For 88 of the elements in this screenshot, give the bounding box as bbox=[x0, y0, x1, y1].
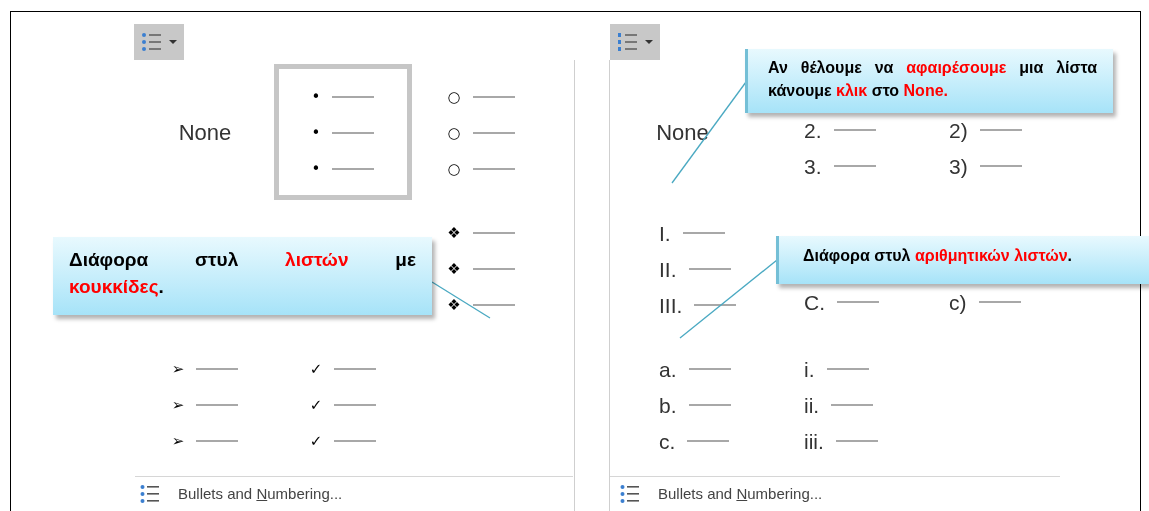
list-marker: II. bbox=[659, 258, 677, 280]
text-line bbox=[334, 368, 377, 370]
text-line bbox=[688, 368, 731, 370]
list-marker: ✓ bbox=[309, 397, 323, 413]
text-line bbox=[837, 301, 879, 303]
list-marker: • bbox=[311, 89, 321, 105]
list-marker: i. bbox=[804, 358, 815, 380]
gallery-item[interactable]: c) bbox=[949, 284, 1021, 320]
list-marker: ○ bbox=[447, 161, 461, 177]
text-line bbox=[472, 304, 515, 306]
gallery-item[interactable]: None bbox=[656, 115, 709, 149]
gallery-item[interactable]: 2) 3) bbox=[949, 112, 1022, 184]
text-line bbox=[979, 165, 1022, 167]
gallery-item[interactable]: I. II. III. bbox=[659, 215, 737, 323]
text-line bbox=[831, 404, 874, 406]
text-line bbox=[979, 129, 1022, 131]
callout: Διάφορα στυλ αριθμητικών λιστών. bbox=[776, 236, 1149, 284]
list-marker: 2) bbox=[949, 119, 968, 141]
callout: Διάφορα στυλ λιστών με κουκκίδες. bbox=[53, 237, 432, 315]
list-marker: c. bbox=[659, 430, 676, 452]
list-marker: ○ bbox=[447, 125, 461, 141]
caret-icon bbox=[169, 40, 177, 44]
text-line bbox=[332, 96, 375, 98]
list-marker: 2. bbox=[804, 119, 822, 141]
list-marker: b. bbox=[659, 394, 677, 416]
text-line bbox=[472, 232, 515, 234]
text-line bbox=[334, 440, 377, 442]
text-line bbox=[472, 132, 515, 134]
numbered-list-icon bbox=[617, 31, 639, 53]
text-line bbox=[332, 168, 375, 170]
text-line bbox=[687, 440, 730, 442]
text-line bbox=[694, 304, 737, 306]
list-marker: III. bbox=[659, 294, 683, 316]
list-marker: ○ bbox=[447, 89, 461, 105]
list-marker: iii. bbox=[804, 430, 824, 452]
list-marker: ii. bbox=[804, 394, 820, 416]
gallery-item[interactable]: C. bbox=[804, 284, 879, 320]
text-line bbox=[472, 96, 515, 98]
gallery-item[interactable]: a. b. c. bbox=[659, 351, 731, 459]
text-line bbox=[835, 440, 878, 442]
list-marker: C. bbox=[804, 291, 825, 313]
text-line bbox=[682, 232, 725, 234]
text-line bbox=[688, 404, 731, 406]
text-line bbox=[833, 165, 876, 167]
list-marker: ❖ bbox=[447, 261, 461, 277]
text-line bbox=[196, 368, 239, 370]
list-marker: ✓ bbox=[309, 433, 323, 449]
bulleted-list-icon bbox=[141, 31, 163, 53]
text-line bbox=[826, 368, 869, 370]
gallery-item[interactable]: ❖ ❖ ❖ bbox=[447, 215, 515, 323]
bullets-and-numbering-menu-item[interactable]: Bullets and Numbering... bbox=[610, 477, 910, 511]
text-line bbox=[196, 404, 239, 406]
gallery-item[interactable]: ○ ○ ○ bbox=[447, 79, 515, 187]
bulleted-list-icon bbox=[620, 484, 640, 504]
text-line bbox=[196, 440, 239, 442]
list-marker: ✓ bbox=[309, 361, 323, 377]
gallery-item[interactable]: None bbox=[178, 115, 232, 149]
gallery-item[interactable]: ✓ ✓ ✓ bbox=[309, 351, 377, 459]
list-marker: • bbox=[311, 125, 321, 141]
list-marker: a. bbox=[659, 358, 677, 380]
list-marker: ➢ bbox=[171, 397, 185, 413]
list-marker: • bbox=[311, 161, 321, 177]
gallery-item[interactable]: • • • bbox=[274, 64, 412, 200]
list-style-button[interactable] bbox=[610, 24, 660, 60]
text-line bbox=[332, 132, 375, 134]
list-marker: I. bbox=[659, 222, 671, 244]
text-line bbox=[833, 129, 876, 131]
gallery-item[interactable]: i. ii. iii. bbox=[804, 351, 878, 459]
list-marker: 3) bbox=[949, 155, 968, 177]
leader-line bbox=[431, 281, 491, 319]
list-marker: c) bbox=[949, 291, 967, 313]
list-marker: ➢ bbox=[171, 433, 185, 449]
text-line bbox=[688, 268, 731, 270]
list-marker: ➢ bbox=[171, 361, 185, 377]
text-line bbox=[334, 404, 377, 406]
callout: Αν θέλουμε να αφαιρέσουμε μια λίστα κάνουμε κλικ στο None. bbox=[745, 49, 1113, 113]
text-line bbox=[978, 301, 1021, 303]
text-line bbox=[472, 168, 515, 170]
list-marker: ❖ bbox=[447, 225, 461, 241]
gallery-item[interactable]: ➢ ➢ ➢ bbox=[171, 351, 239, 459]
text-line bbox=[472, 268, 515, 270]
gallery-item[interactable]: 2. 3. bbox=[804, 112, 876, 184]
list-marker: 3. bbox=[804, 155, 822, 177]
caret-icon bbox=[645, 40, 653, 44]
list-style-button[interactable] bbox=[134, 24, 184, 60]
bullets-and-numbering-menu-item[interactable]: Bullets and Numbering... bbox=[130, 477, 430, 511]
list-marker: ❖ bbox=[447, 297, 461, 313]
bulleted-list-icon bbox=[140, 484, 160, 504]
